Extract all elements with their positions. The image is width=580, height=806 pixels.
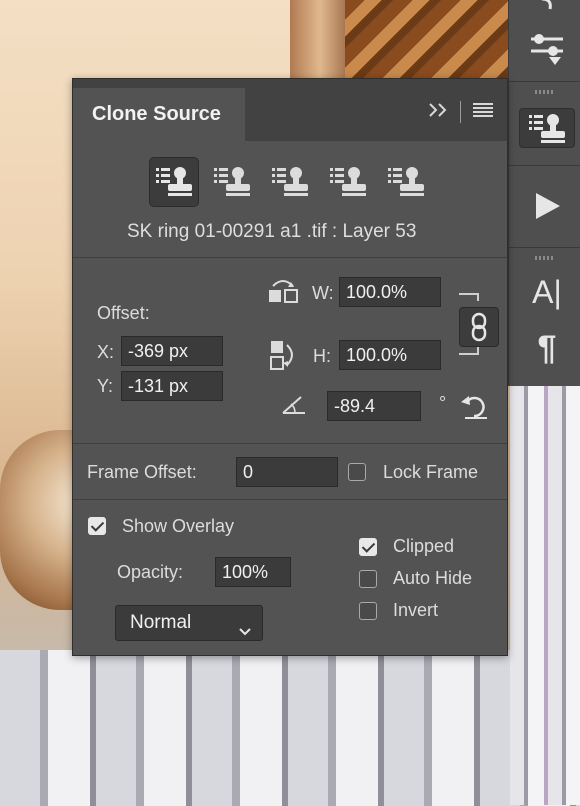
section-divider xyxy=(73,257,507,258)
invert-checkbox[interactable] xyxy=(359,602,377,620)
clipped-label: Clipped xyxy=(393,536,455,556)
offset-y-field[interactable]: -131 px xyxy=(121,371,223,401)
section-divider xyxy=(73,443,507,444)
blend-mode-select[interactable]: Normal xyxy=(115,605,263,641)
clipped-checkbox[interactable] xyxy=(359,538,377,556)
clone-source-2-button[interactable] xyxy=(207,157,257,207)
clone-source-4-button[interactable] xyxy=(323,157,373,207)
offset-x-field[interactable]: -369 px xyxy=(121,336,223,366)
chain-link-icon xyxy=(471,312,487,342)
paragraph-panel-icon[interactable]: ¶ xyxy=(519,328,575,368)
actions-play-icon[interactable] xyxy=(519,186,575,226)
header-separator xyxy=(460,101,461,123)
height-label: H: xyxy=(313,346,331,366)
clone-stamp-icon xyxy=(388,167,424,196)
opacity-field[interactable]: 100% xyxy=(215,557,291,587)
clone-source-5-button[interactable] xyxy=(381,157,431,207)
auto-hide-checkbox[interactable] xyxy=(359,570,377,588)
frame-offset-field[interactable]: 0 xyxy=(236,457,338,487)
rotation-angle-field[interactable]: -89.4 xyxy=(327,391,421,421)
link-dimensions-button[interactable] xyxy=(459,307,499,347)
offset-x-label: X: xyxy=(97,342,115,362)
clone-stamp-icon xyxy=(214,167,250,196)
width-label: W: xyxy=(312,283,334,303)
clone-stamp-icon xyxy=(272,167,308,196)
panel-tab-clone-source[interactable]: Clone Source xyxy=(73,88,245,141)
adjustments-sliders-icon[interactable] xyxy=(519,28,575,68)
frame-offset-label: Frame Offset: xyxy=(87,462,197,482)
clone-source-panel-icon[interactable] xyxy=(519,108,575,148)
invert-label: Invert xyxy=(393,600,439,620)
flip-horizontal-icon[interactable] xyxy=(267,278,299,309)
degree-symbol: ° xyxy=(439,393,447,413)
lock-frame-label: Lock Frame xyxy=(383,462,479,482)
flip-vertical-icon[interactable] xyxy=(269,339,299,376)
chevron-down-icon xyxy=(238,616,252,650)
tool-strip: A| ¶ xyxy=(508,0,580,386)
height-field[interactable]: 100.0% xyxy=(339,340,441,370)
reset-transform-icon[interactable] xyxy=(459,392,489,425)
show-overlay-checkbox[interactable] xyxy=(88,517,106,535)
auto-hide-label: Auto Hide xyxy=(393,568,473,588)
collapse-double-chevron-icon[interactable] xyxy=(428,102,448,123)
history-brush-icon[interactable] xyxy=(519,0,575,26)
panel-header: Clone Source xyxy=(73,79,507,141)
link-bracket-bottom xyxy=(459,347,479,355)
offset-label: Offset: xyxy=(97,303,150,323)
panel-grip[interactable] xyxy=(535,90,555,94)
offset-y-label: Y: xyxy=(97,376,114,396)
section-divider xyxy=(73,499,507,500)
clone-source-3-button[interactable] xyxy=(265,157,315,207)
width-field[interactable]: 100.0% xyxy=(339,277,441,307)
panel-grip[interactable] xyxy=(535,256,555,260)
clone-source-1-button[interactable] xyxy=(149,157,199,207)
character-panel-icon[interactable]: A| xyxy=(519,272,575,312)
show-overlay-label: Show Overlay xyxy=(122,516,235,536)
panel-menu-icon[interactable] xyxy=(473,102,493,123)
clone-stamp-icon xyxy=(156,167,192,196)
source-file-label: SK ring 01-00291 a1 .tif : Layer 53 xyxy=(127,221,417,242)
clone-stamp-icon xyxy=(330,167,366,196)
blend-mode-value: Normal xyxy=(130,612,192,633)
rotation-angle-icon xyxy=(281,393,307,420)
link-bracket-top xyxy=(459,293,479,301)
lock-frame-checkbox[interactable] xyxy=(348,463,366,481)
clone-source-panel: Clone Source SK ring 01-00291 a1 .tif : … xyxy=(72,78,508,656)
opacity-label: Opacity: xyxy=(117,562,184,582)
